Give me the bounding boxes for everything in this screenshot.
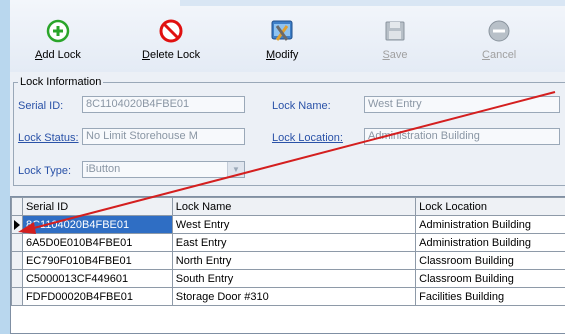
row-selector[interactable] xyxy=(12,252,23,270)
lock-type-select[interactable]: iButton ▼ xyxy=(82,161,245,178)
table-row[interactable]: 8C1104020B4FBE01 West Entry Administrati… xyxy=(12,216,565,234)
cell-serial-id[interactable]: EC790F010B4FBE01 xyxy=(22,252,172,270)
column-header-serial-id[interactable]: Serial ID xyxy=(22,198,172,216)
plus-circle-icon xyxy=(45,18,71,44)
lock-location-field[interactable]: Administration Building xyxy=(364,128,560,145)
lock-status-field[interactable]: No Limit Storehouse M xyxy=(82,128,245,145)
floppy-disk-icon xyxy=(382,18,408,44)
table-row[interactable]: C5000013CF449601 South Entry Classroom B… xyxy=(12,270,565,288)
cell-lock-name[interactable]: North Entry xyxy=(172,252,415,270)
save-button[interactable]: Save xyxy=(382,18,408,61)
lock-name-label: Lock Name: xyxy=(272,100,331,112)
row-selector[interactable] xyxy=(12,234,23,252)
table-row[interactable]: 6A5D0E010B4FBE01 East Entry Administrati… xyxy=(12,234,565,252)
row-header-corner xyxy=(12,198,23,216)
add-lock-label: Add Lock xyxy=(35,49,81,61)
row-selector[interactable] xyxy=(12,216,23,234)
cell-lock-location[interactable]: Facilities Building xyxy=(416,288,565,306)
cell-lock-location[interactable]: Administration Building xyxy=(416,234,565,252)
lock-type-label: Lock Type: xyxy=(18,165,71,177)
column-header-lock-location[interactable]: Lock Location xyxy=(416,198,565,216)
lock-type-value: iButton xyxy=(86,163,120,175)
cell-lock-location[interactable]: Classroom Building xyxy=(416,252,565,270)
chevron-down-icon[interactable]: ▼ xyxy=(227,162,244,177)
tools-icon xyxy=(269,18,295,44)
cell-lock-name[interactable]: Storage Door #310 xyxy=(172,288,415,306)
column-header-lock-name[interactable]: Lock Name xyxy=(172,198,415,216)
cancel-label: Cancel xyxy=(482,49,516,61)
cell-serial-id[interactable]: C5000013CF449601 xyxy=(22,270,172,288)
locks-table: Serial ID Lock Name Lock Location 8C1104… xyxy=(11,197,565,306)
table-header-row: Serial ID Lock Name Lock Location xyxy=(12,198,565,216)
lock-name-field[interactable]: West Entry xyxy=(364,96,560,113)
lock-location-label[interactable]: Lock Location: xyxy=(272,132,343,144)
table-row[interactable]: FDFD00020B4FBE01 Storage Door #310 Facil… xyxy=(12,288,565,306)
cell-lock-name[interactable]: West Entry xyxy=(172,216,415,234)
table-row[interactable]: EC790F010B4FBE01 North Entry Classroom B… xyxy=(12,252,565,270)
current-row-pointer-icon xyxy=(14,220,20,230)
minus-circle-icon xyxy=(486,18,512,44)
locks-grid: Serial ID Lock Name Lock Location 8C1104… xyxy=(10,196,565,334)
serial-id-field[interactable]: 8C1104020B4FBE01 xyxy=(82,96,245,113)
delete-lock-label: Delete Lock xyxy=(142,49,200,61)
delete-lock-button[interactable]: Delete Lock xyxy=(142,18,200,61)
cell-serial-id[interactable]: 6A5D0E010B4FBE01 xyxy=(22,234,172,252)
row-selector[interactable] xyxy=(12,288,23,306)
cell-lock-location[interactable]: Administration Building xyxy=(416,216,565,234)
lock-manager-window: Add Lock Delete Lock Modify Save Cancel xyxy=(0,0,565,332)
title-strip xyxy=(180,0,565,6)
no-entry-icon xyxy=(158,18,184,44)
save-label: Save xyxy=(382,49,408,61)
cell-serial-id[interactable]: 8C1104020B4FBE01 xyxy=(22,216,172,234)
lock-information-legend: Lock Information xyxy=(18,76,103,88)
cell-lock-location[interactable]: Classroom Building xyxy=(416,270,565,288)
add-lock-button[interactable]: Add Lock xyxy=(35,18,81,61)
cell-serial-id[interactable]: FDFD00020B4FBE01 xyxy=(22,288,172,306)
cancel-button[interactable]: Cancel xyxy=(482,18,516,61)
row-selector[interactable] xyxy=(12,270,23,288)
cell-lock-name[interactable]: East Entry xyxy=(172,234,415,252)
cell-lock-name[interactable]: South Entry xyxy=(172,270,415,288)
serial-id-label: Serial ID: xyxy=(18,100,63,112)
modify-label: Modify xyxy=(266,49,298,61)
modify-button[interactable]: Modify xyxy=(266,18,298,61)
lock-status-label[interactable]: Lock Status: xyxy=(18,132,79,144)
